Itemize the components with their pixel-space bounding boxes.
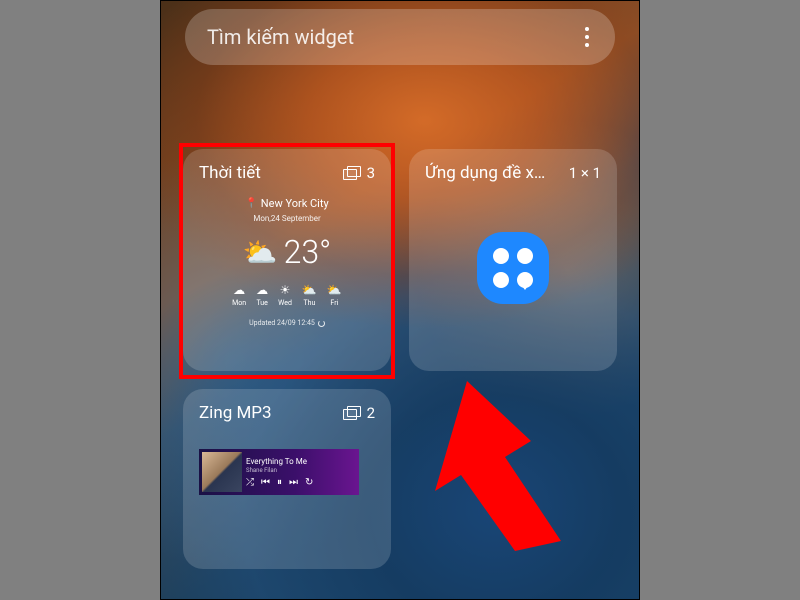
weather-location: 📍 New York City: [245, 197, 328, 210]
widget-header: Ứng dụng đề x… 1 × 1: [425, 163, 601, 183]
previous-icon: ⏮: [261, 477, 270, 488]
album-art: [202, 452, 242, 492]
widget-size-label: 1 × 1: [569, 164, 601, 182]
weather-date: Mon,24 September: [253, 214, 320, 223]
weather-preview: 📍 New York City Mon,24 September ⛅ 23° ☁…: [199, 193, 375, 327]
widget-title: Ứng dụng đề x…: [425, 163, 545, 183]
refresh-icon: [318, 320, 325, 327]
more-menu-icon[interactable]: [581, 27, 593, 47]
search-placeholder: Tìm kiếm widget: [207, 25, 581, 49]
widget-count-badge: 2: [343, 404, 375, 422]
suggested-apps-icon: [477, 232, 549, 304]
search-bar[interactable]: Tìm kiếm widget: [185, 9, 615, 65]
weather-condition-icon: ⛅: [243, 236, 278, 269]
widgets-grid: Thời tiết 3 📍 New York City Mon,24 Septe…: [183, 149, 617, 569]
widget-picker-screen: Tìm kiếm widget Thời tiết 3 📍 New York C…: [160, 0, 640, 600]
location-pin-icon: 📍: [245, 198, 257, 209]
forecast-row: ☁Mon ☁Tue ☀Wed ⛅Thu ⛅Fri: [232, 283, 342, 307]
widget-count: 2: [367, 404, 375, 422]
player-controls: ⤮ ⏮ ⏸ ⏭ ↻: [246, 477, 356, 488]
forecast-day: ⛅Thu: [302, 283, 317, 307]
forecast-day: ☀Wed: [278, 283, 292, 307]
forecast-day: ☁Mon: [232, 283, 246, 307]
music-player-preview: Everything To Me Shane Filan ⤮ ⏮ ⏸ ⏭ ↻: [199, 449, 359, 495]
forecast-day: ☁Tue: [256, 283, 268, 307]
widget-header: Thời tiết 3: [199, 163, 375, 183]
widget-count-badge: 3: [343, 164, 375, 182]
weather-current: ⛅ 23°: [243, 233, 331, 271]
next-icon: ⏭: [289, 477, 298, 488]
shuffle-icon: ⤮: [246, 477, 254, 488]
widget-title: Zing MP3: [199, 403, 272, 423]
weather-widget-card[interactable]: Thời tiết 3 📍 New York City Mon,24 Septe…: [183, 149, 391, 371]
pause-icon: ⏸: [277, 477, 282, 488]
suggested-apps-widget-card[interactable]: Ứng dụng đề x… 1 × 1: [409, 149, 617, 371]
song-artist: Shane Filan: [246, 467, 356, 474]
weather-updated: Updated 24/09 12:45: [249, 319, 325, 327]
weather-temperature: 23°: [284, 233, 332, 271]
widget-title: Thời tiết: [199, 163, 261, 183]
stack-icon: [343, 406, 361, 420]
widget-count: 3: [367, 164, 375, 182]
repeat-icon: ↻: [305, 477, 313, 488]
zing-mp3-widget-card[interactable]: Zing MP3 2 Everything To Me Shane Filan …: [183, 389, 391, 569]
widget-preview: [425, 193, 601, 343]
forecast-day: ⛅Fri: [327, 283, 342, 307]
song-title: Everything To Me: [246, 457, 356, 466]
chevron-down-icon: [519, 282, 531, 290]
stack-icon: [343, 166, 361, 180]
widget-header: Zing MP3 2: [199, 403, 375, 423]
